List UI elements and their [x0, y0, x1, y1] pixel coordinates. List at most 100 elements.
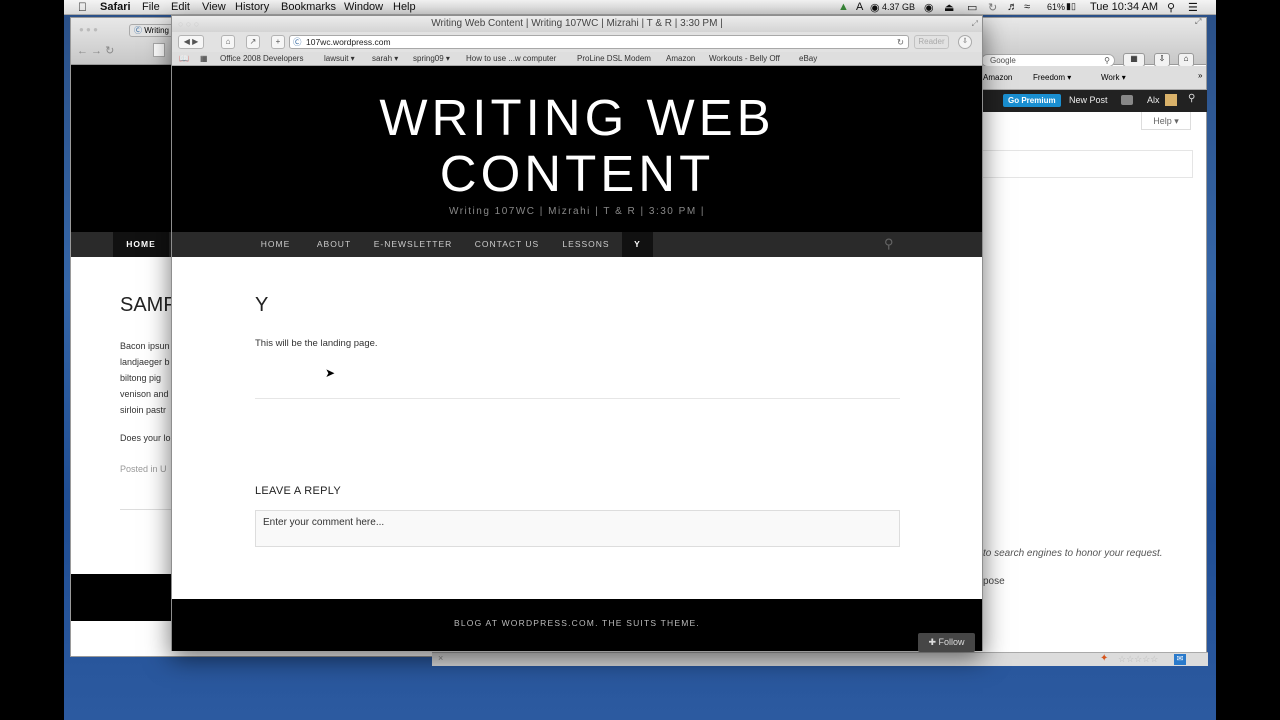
back-tab[interactable]: Ⓒ Writing	[129, 24, 177, 37]
back-bookmark-freedom[interactable]: Freedom ▾	[1033, 73, 1071, 82]
comment-field[interactable]: Enter your comment here...	[255, 510, 900, 547]
memory-status[interactable]: 4.37 GB	[882, 2, 915, 12]
battery-icon[interactable]: ▮▯	[1066, 1, 1076, 12]
apple-icon[interactable]: 	[78, 0, 87, 14]
url-field[interactable]: Ⓒ 107wc.wordpress.com ↻	[289, 35, 909, 49]
search-icon[interactable]: ⚲	[884, 236, 894, 252]
home-icon[interactable]: ⌂	[1178, 53, 1194, 67]
download-icon[interactable]: ⇩	[1154, 53, 1170, 67]
nav-lessons[interactable]: LESSONS	[556, 232, 616, 257]
traffic-lights[interactable]: ● ● ●	[79, 25, 98, 34]
close-status-icon[interactable]: ×	[438, 653, 443, 663]
adobe-icon[interactable]: A	[856, 1, 863, 13]
volume-icon[interactable]: ♬	[1007, 1, 1018, 13]
reading-list-icon[interactable]: 📖	[179, 54, 189, 63]
bookmark-ebay[interactable]: eBay	[799, 54, 817, 63]
bookmark-lawsuit[interactable]: lawsuit ▾	[324, 54, 355, 63]
back-nav-home[interactable]: HOME	[113, 232, 169, 257]
bookmark-sarah[interactable]: sarah ▾	[372, 54, 398, 63]
more-bookmarks-icon[interactable]: »	[1198, 71, 1202, 80]
back-status-bar: × ✦ ☆☆☆☆☆ ✉	[432, 652, 1208, 666]
app-menu[interactable]: Safari	[100, 1, 131, 13]
bookmark-spring09[interactable]: spring09 ▾	[413, 54, 450, 63]
bookmark-amazon[interactable]: Amazon	[666, 54, 695, 63]
help-button-label: Help	[1153, 116, 1172, 126]
nav-home[interactable]: HOME	[248, 232, 303, 257]
home-icon[interactable]: ⌂	[221, 35, 235, 49]
back-page-icon	[153, 43, 165, 57]
divider	[255, 398, 900, 399]
sidebar-toggle-icon[interactable]: ▦	[1123, 53, 1145, 67]
mail-icon[interactable]: ✉	[1174, 654, 1186, 665]
menu-window[interactable]: Window	[344, 1, 383, 13]
bookmark-office[interactable]: Office 2008 Developers	[220, 54, 303, 63]
notifications-icon[interactable]	[1121, 95, 1133, 105]
record-icon[interactable]: ◉	[924, 1, 934, 14]
back-post-title[interactable]: SAMP	[120, 294, 177, 317]
help-button[interactable]: Help ▾	[1141, 112, 1191, 130]
clock[interactable]: Tue 10:34 AM	[1090, 1, 1158, 13]
search-icon: ⚲	[1104, 56, 1110, 65]
comment-placeholder: Enter your comment here...	[263, 517, 385, 528]
avatar[interactable]	[1165, 94, 1177, 106]
site-footer[interactable]: BLOG AT WORDPRESS.COM. THE SUITS THEME.	[172, 599, 982, 651]
menu-file[interactable]: File	[142, 1, 160, 13]
go-premium-button[interactable]: Go Premium	[1003, 94, 1061, 107]
nav-y[interactable]: Y	[622, 232, 653, 257]
eject-icon[interactable]: ⏏	[944, 1, 954, 14]
reader-button[interactable]: Reader	[914, 35, 949, 49]
site-title[interactable]: WRITING WEB CONTENT	[172, 90, 982, 202]
wp-admin-bar: Go Premium New Post Alx ⚲	[981, 90, 1207, 112]
nav-e-newsletter[interactable]: E-NEWSLETTER	[368, 232, 458, 257]
admin-user[interactable]: Alx	[1147, 95, 1160, 105]
site-nav: HOME ABOUT E-NEWSLETTER CONTACT US LESSO…	[172, 232, 982, 257]
back-forward-icon[interactable]: ◀ ▶	[178, 35, 204, 49]
spotlight-icon[interactable]: ⚲	[1167, 1, 1175, 14]
top-sites-icon[interactable]: ▦	[200, 54, 208, 63]
bookmark-how-to-use[interactable]: How to use ...w computer	[466, 54, 556, 63]
foreground-browser-window[interactable]: ○ ○ ○ Writing Web Content | Writing 107W…	[171, 15, 983, 652]
new-post-link[interactable]: New Post	[1069, 95, 1108, 105]
reload-icon[interactable]: ↻	[897, 36, 904, 48]
fullscreen-icon[interactable]: ⤢	[972, 16, 978, 32]
nav-about[interactable]: ABOUT	[308, 232, 360, 257]
wifi-icon[interactable]: ≈	[1024, 1, 1030, 13]
evernote-icon[interactable]: ▲	[838, 1, 849, 13]
nav-contact-us[interactable]: CONTACT US	[468, 232, 546, 257]
share-icon[interactable]: ↗	[246, 35, 260, 49]
admin-search-icon[interactable]: ⚲	[1188, 93, 1195, 104]
fullscreen-icon[interactable]: ⤢	[1195, 17, 1201, 27]
back-site-header	[71, 65, 171, 232]
privacy-note: to search engines to honor your request.	[983, 548, 1163, 559]
back-posted-in[interactable]: Posted in U	[120, 464, 167, 474]
back-bookmark-amazon[interactable]: Amazon	[983, 73, 1012, 82]
battery-percent[interactable]: 61%	[1047, 2, 1065, 12]
menu-view[interactable]: View	[202, 1, 226, 13]
back-post-body: Bacon ipsun landjaeger b biltong pig ven…	[120, 341, 170, 415]
menu-bar:  Safari File Edit View History Bookmark…	[64, 0, 1216, 15]
time-machine-icon[interactable]: ↻	[988, 1, 997, 14]
back-question-text: Does your lo	[120, 433, 171, 443]
front-window-titlebar[interactable]: ○ ○ ○ Writing Web Content | Writing 107W…	[172, 16, 982, 32]
back-nav-bar: HOME	[71, 232, 181, 257]
airplay-icon[interactable]: ▭	[967, 1, 977, 14]
download-icon[interactable]: ⇩	[958, 35, 972, 49]
bookmark-workouts[interactable]: Workouts - Belly Off	[709, 54, 780, 63]
back-nav-icon[interactable]: ← → ↻	[77, 44, 114, 57]
privacy-note-2: pose	[983, 576, 1005, 587]
menu-bookmarks[interactable]: Bookmarks	[281, 1, 336, 13]
follow-button[interactable]: ✚ Follow	[918, 633, 975, 652]
menu-history[interactable]: History	[235, 1, 269, 13]
back-bookmark-work[interactable]: Work ▾	[1101, 73, 1126, 82]
extension-icon[interactable]: ✦	[1100, 653, 1108, 664]
page-content: Y This will be the landing page. ➤ LEAVE…	[172, 257, 982, 599]
notification-icon[interactable]: ☰	[1188, 1, 1198, 14]
follow-icon: ✚	[928, 637, 936, 647]
rating-stars-icon[interactable]: ☆☆☆☆☆	[1118, 654, 1158, 665]
bookmark-proline[interactable]: ProLine DSL Modem	[577, 54, 651, 63]
menu-edit[interactable]: Edit	[171, 1, 190, 13]
add-icon[interactable]: +	[271, 35, 285, 49]
memory-icon[interactable]: ◉	[870, 1, 880, 14]
traffic-lights[interactable]: ○ ○ ○	[178, 16, 199, 32]
menu-help[interactable]: Help	[393, 1, 416, 13]
